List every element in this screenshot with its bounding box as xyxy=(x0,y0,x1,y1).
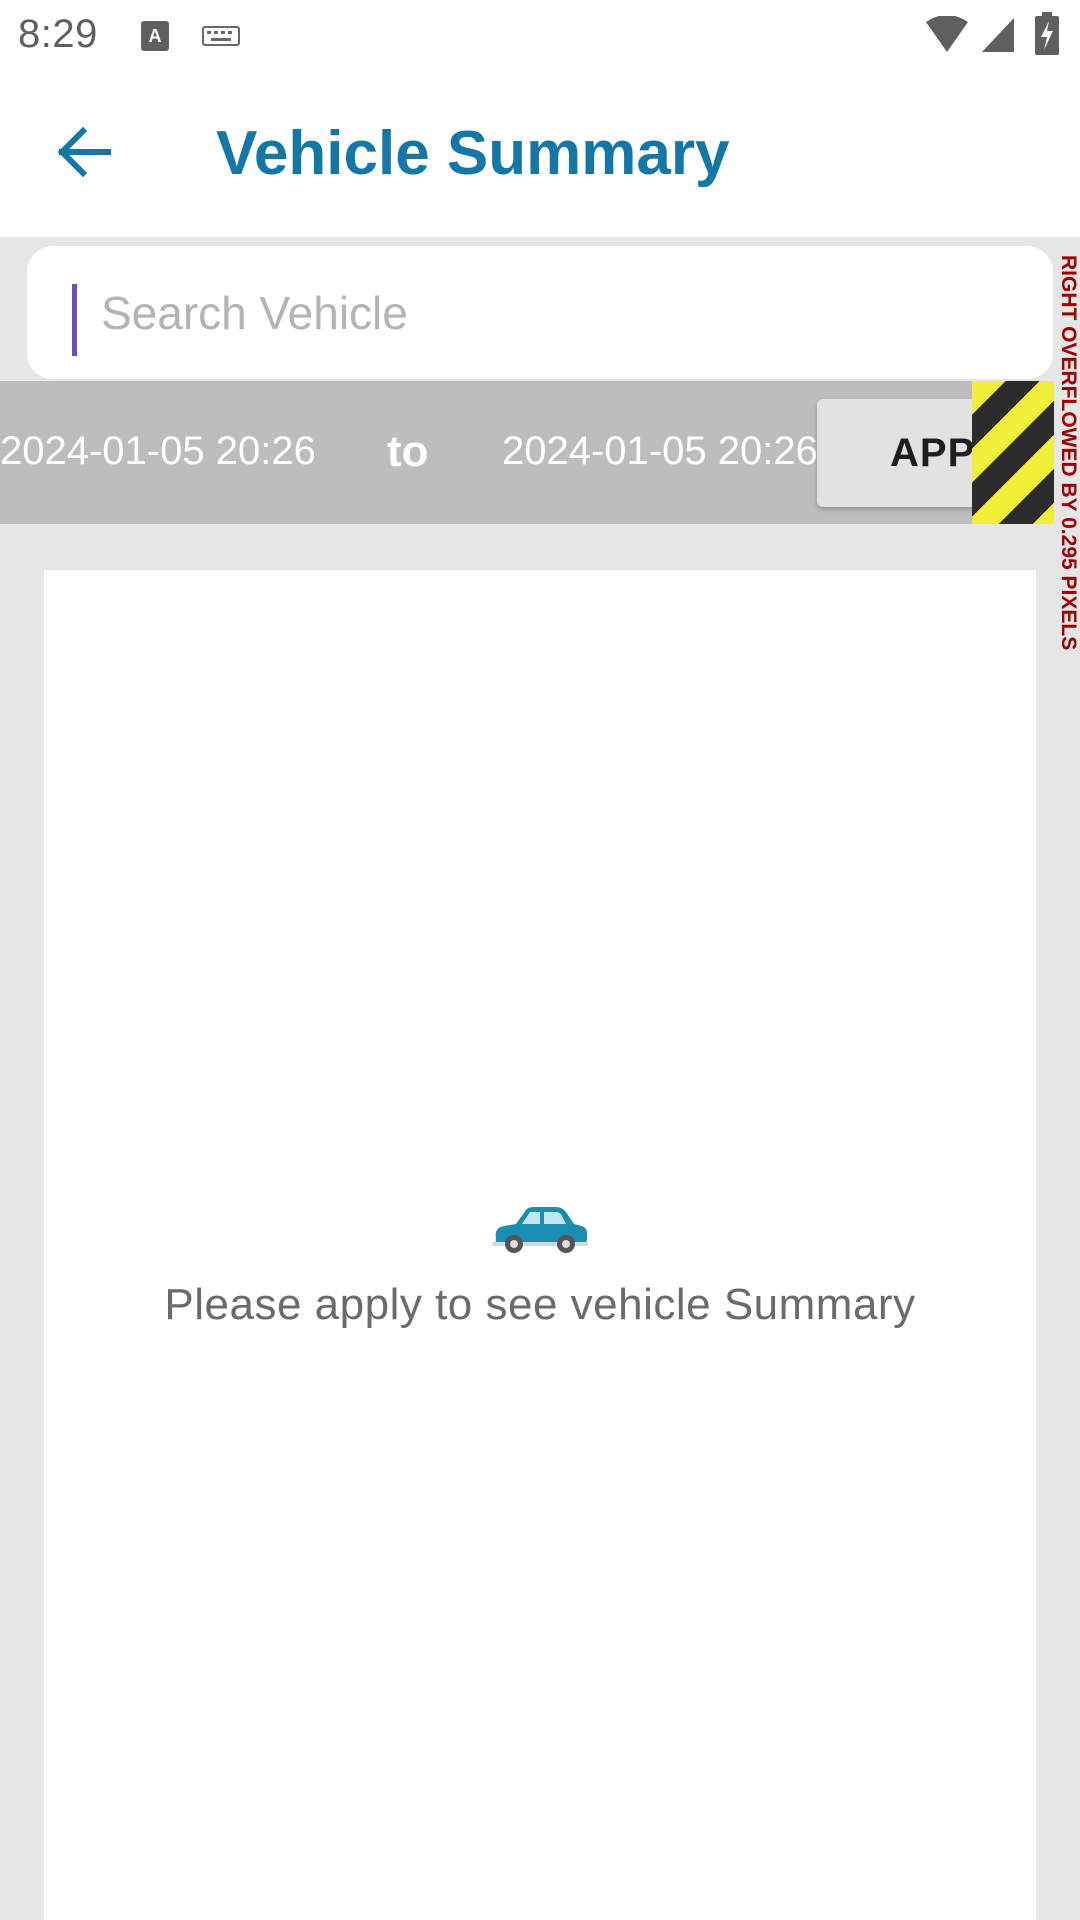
text-cursor xyxy=(72,284,77,356)
car-icon xyxy=(492,1207,588,1253)
wifi-icon xyxy=(926,16,968,52)
to-date-picker[interactable]: 2024-01-05 20:26 xyxy=(502,429,818,474)
overflow-warning-label: RIGHT OVERFLOWED BY 0.295 PIXELS xyxy=(1057,255,1080,651)
status-time: 8:29 xyxy=(18,12,98,56)
app-bar: Vehicle Summary xyxy=(0,72,1080,237)
signal-icon xyxy=(982,18,1014,52)
empty-state-message: Please apply to see vehicle Summary xyxy=(164,1280,916,1329)
search-card xyxy=(27,246,1053,379)
summary-panel: Please apply to see vehicle Summary xyxy=(44,570,1036,1920)
keyboard-icon xyxy=(202,26,240,46)
search-input[interactable] xyxy=(75,276,1015,350)
overflow-indicator-stripes xyxy=(972,381,1054,524)
battery-charging-icon xyxy=(1035,12,1059,55)
keyboard-a-icon: A xyxy=(141,21,169,51)
back-button[interactable] xyxy=(44,118,124,186)
from-date-picker[interactable]: 2024-01-05 20:26 xyxy=(0,429,316,474)
svg-text:A: A xyxy=(149,26,162,46)
page-title: Vehicle Summary xyxy=(216,119,730,188)
arrow-back-icon xyxy=(57,127,111,177)
date-range-bar: 2024-01-05 20:26 to 2024-01-05 20:26 APP… xyxy=(0,381,1054,524)
date-range-separator: to xyxy=(387,427,429,476)
status-bar: 8:29 A xyxy=(0,0,1080,72)
